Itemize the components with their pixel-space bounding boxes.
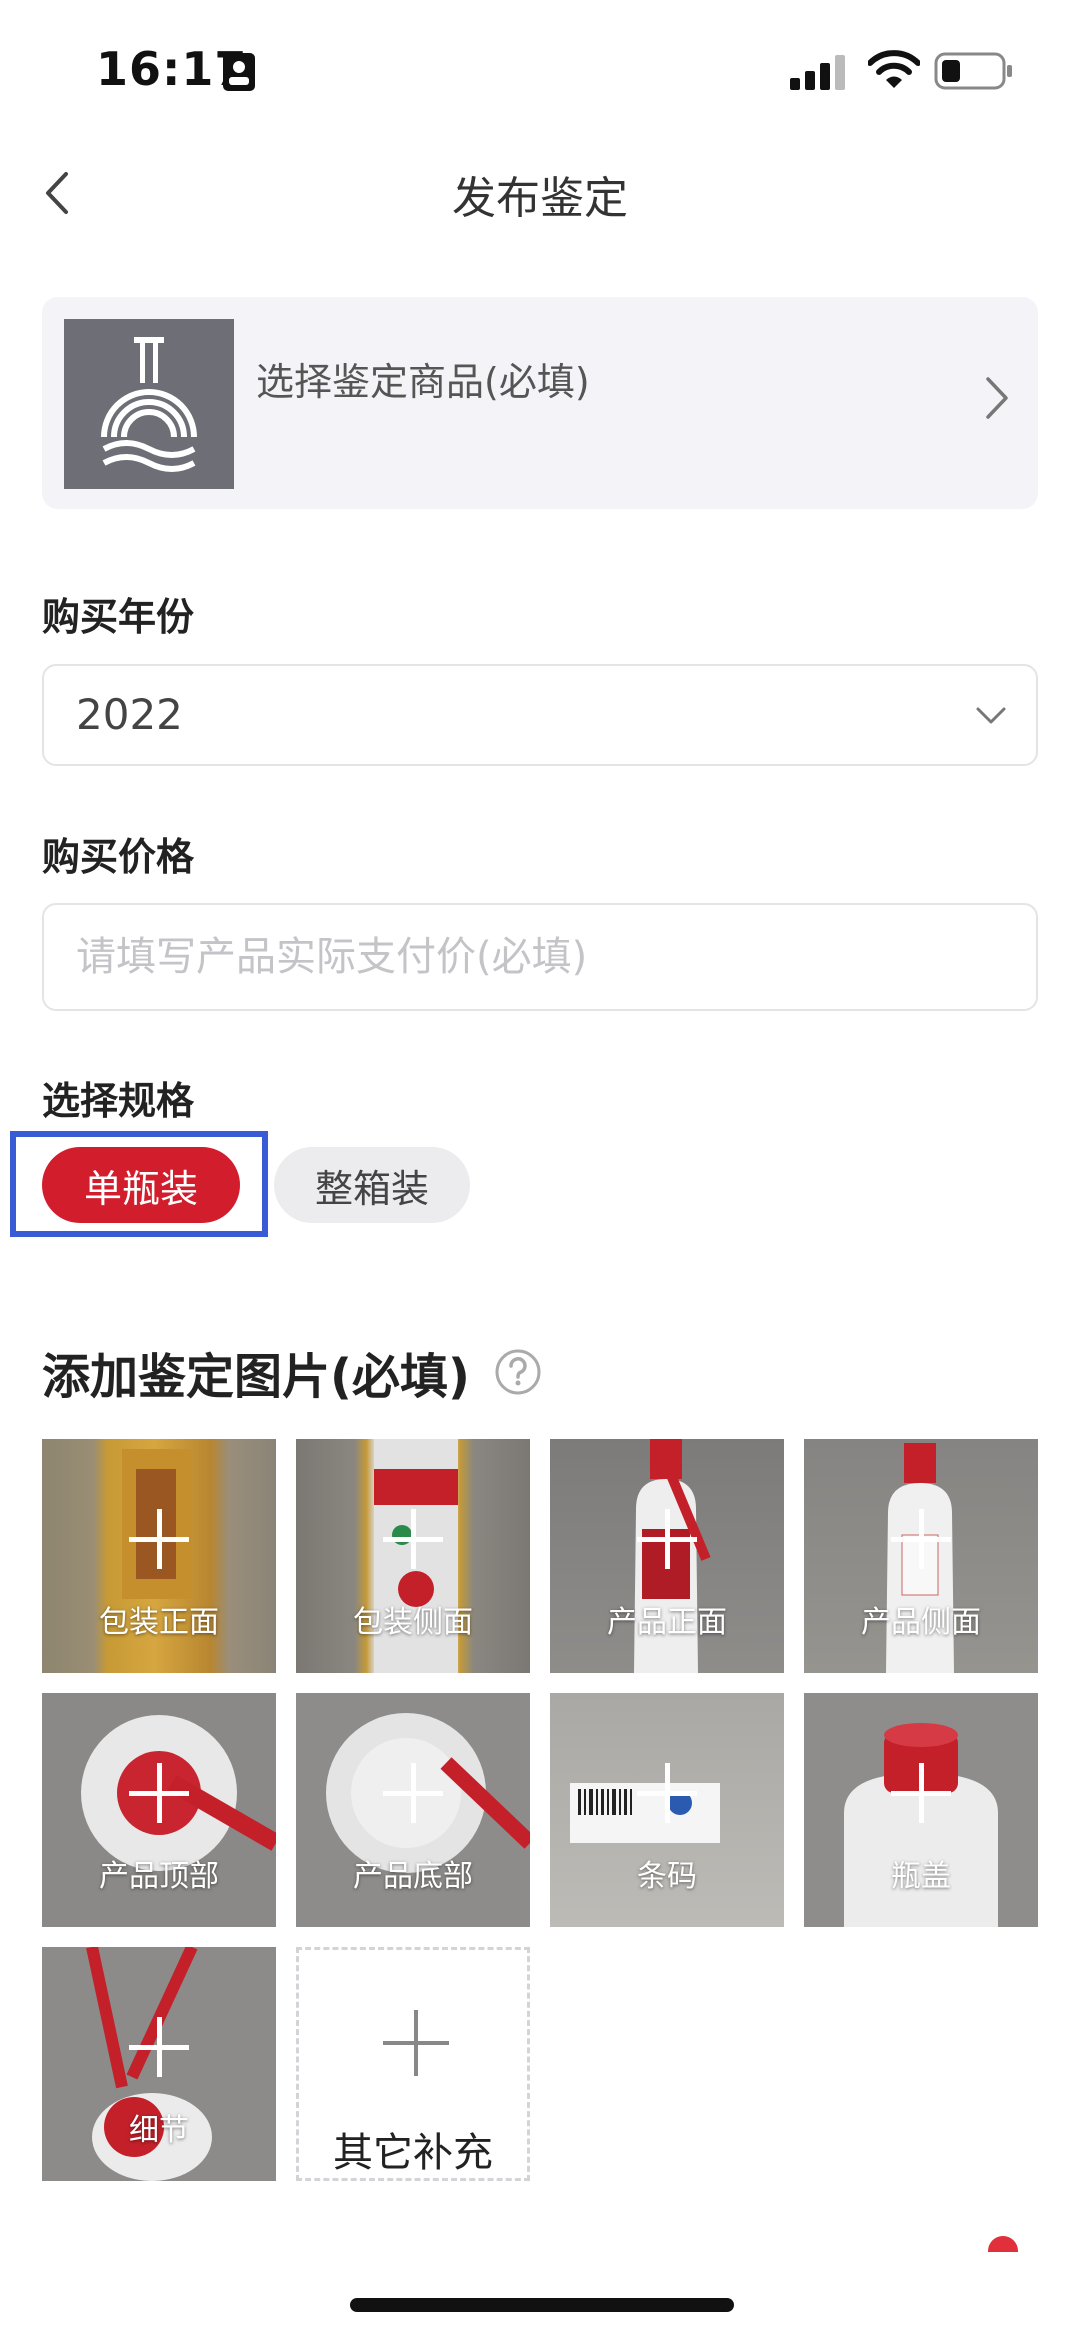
purchase-price-field bbox=[42, 903, 1038, 1011]
chevron-right-icon bbox=[986, 377, 1008, 419]
wifi-icon bbox=[868, 50, 920, 88]
purchase-year-select[interactable]: 2022 bbox=[42, 664, 1038, 766]
photo-tile-caption: 包装侧面 bbox=[353, 1605, 473, 1640]
photo-tile-barcode[interactable]: 条码 bbox=[550, 1693, 784, 1927]
photo-tile-detail[interactable]: 细节 bbox=[42, 1947, 276, 2181]
help-question-icon[interactable] bbox=[494, 1348, 542, 1396]
photo-tile-caption: 产品顶部 bbox=[99, 1859, 219, 1894]
purchase-price-input[interactable] bbox=[44, 905, 1036, 1009]
purchase-year-label: 购买年份 bbox=[42, 595, 195, 639]
photo-tile-caption: 包装正面 bbox=[99, 1605, 219, 1640]
status-bar: 16:17 bbox=[0, 0, 1080, 140]
photo-tile-product-bottom[interactable]: 产品底部 bbox=[296, 1693, 530, 1927]
spec-option-full-case[interactable]: 整箱装 bbox=[274, 1147, 470, 1223]
purchase-price-label: 购买价格 bbox=[42, 835, 195, 879]
battery-icon bbox=[934, 52, 1012, 90]
spec-label: 选择规格 bbox=[42, 1079, 195, 1123]
select-product-label: 选择鉴定商品(必填) bbox=[256, 360, 590, 404]
photo-tile-bottle-cap[interactable]: 瓶盖 bbox=[804, 1693, 1038, 1927]
photo-tile-package-front[interactable]: 包装正面 bbox=[42, 1439, 276, 1673]
plus-icon bbox=[891, 1509, 951, 1569]
plus-icon bbox=[383, 1763, 443, 1823]
photo-tile-caption: 产品底部 bbox=[353, 1859, 473, 1894]
home-indicator[interactable] bbox=[350, 2298, 734, 2312]
plus-icon bbox=[637, 1763, 697, 1823]
plus-icon bbox=[129, 1509, 189, 1569]
chevron-down-icon bbox=[976, 707, 1006, 724]
photo-tile-product-front[interactable]: 产品正面 bbox=[550, 1439, 784, 1673]
photo-tile-product-top[interactable]: 产品顶部 bbox=[42, 1693, 276, 1927]
photo-tile-caption: 条码 bbox=[637, 1859, 697, 1894]
plus-icon bbox=[129, 1763, 189, 1823]
plus-icon bbox=[129, 2017, 189, 2077]
photo-tile-add-more[interactable]: 其它补充 bbox=[296, 1947, 530, 2181]
add-more-caption: 其它补充 bbox=[333, 2130, 493, 2176]
select-product-card[interactable]: 选择鉴定商品(必填) bbox=[42, 297, 1038, 509]
plus-icon bbox=[383, 2010, 449, 2076]
cellular-signal-icon bbox=[790, 55, 845, 90]
photo-tile-caption: 细节 bbox=[129, 2113, 189, 2148]
photo-tile-caption: 产品侧面 bbox=[861, 1605, 981, 1640]
purchase-year-value: 2022 bbox=[76, 690, 183, 739]
id-card-icon bbox=[223, 53, 255, 91]
plus-icon bbox=[637, 1509, 697, 1569]
photo-tile-caption: 瓶盖 bbox=[891, 1859, 951, 1894]
page-title: 发布鉴定 bbox=[452, 173, 628, 224]
plus-icon bbox=[383, 1509, 443, 1569]
plus-icon bbox=[891, 1763, 951, 1823]
photo-tile-product-side[interactable]: 产品侧面 bbox=[804, 1439, 1038, 1673]
floating-button-edge[interactable] bbox=[988, 2236, 1018, 2252]
photo-tile-package-side[interactable]: 包装侧面 bbox=[296, 1439, 530, 1673]
photo-tile-caption: 产品正面 bbox=[607, 1605, 727, 1640]
photos-section-title: 添加鉴定图片(必填) bbox=[42, 1349, 470, 1405]
product-placeholder-logo bbox=[64, 319, 234, 489]
spec-option-single-bottle[interactable]: 单瓶装 bbox=[42, 1147, 240, 1223]
